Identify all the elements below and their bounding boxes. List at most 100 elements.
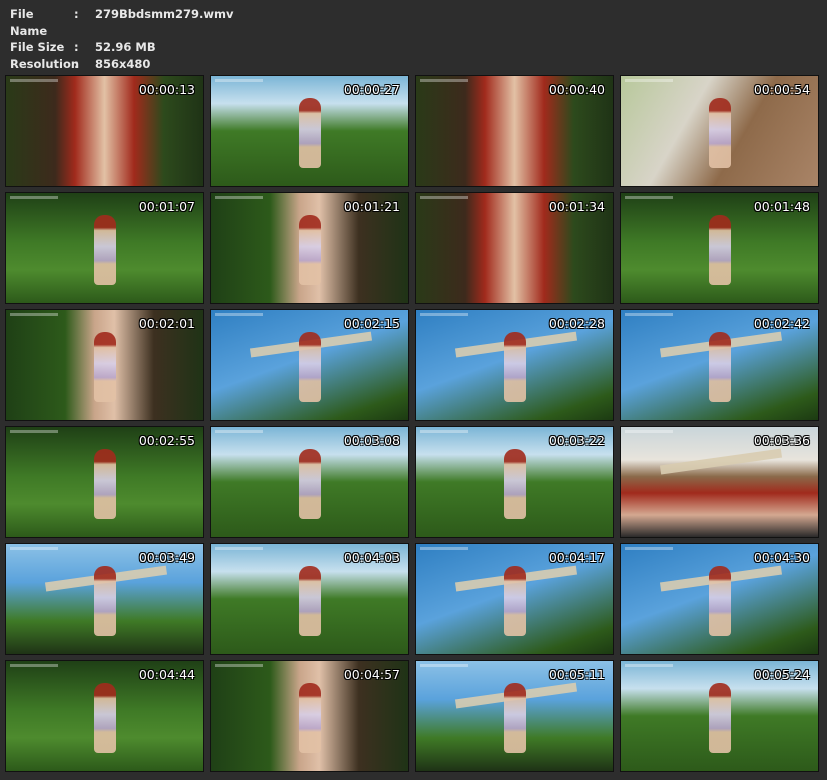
file-size-label: File Size (10, 40, 65, 54)
video-thumbnail: 00:03:08 (210, 426, 409, 538)
watermark (215, 664, 263, 667)
figure-shape (503, 683, 526, 753)
video-thumbnail: 00:00:40 (415, 75, 614, 187)
thumbnail-timestamp: 00:04:44 (138, 667, 195, 682)
watermark (215, 79, 263, 82)
separator: : (74, 56, 79, 71)
figure-shape (503, 332, 526, 402)
thumbnail-timestamp: 00:03:22 (548, 433, 605, 448)
thumbnail-timestamp: 00:01:07 (138, 199, 195, 214)
thumbnail-timestamp: 00:00:27 (343, 82, 400, 97)
watermark (10, 313, 58, 316)
file-name-row: File Name : 279Bbdsmm279.wmv (10, 6, 234, 39)
thumbnail-timestamp: 00:02:15 (343, 316, 400, 331)
thumbnail-timestamp: 00:04:03 (343, 550, 400, 565)
resolution-value: 856x480 (95, 56, 151, 71)
thumbnail-timestamp: 00:00:54 (753, 82, 810, 97)
figure-shape (708, 566, 731, 636)
thumbnail-timestamp: 00:03:36 (753, 433, 810, 448)
figure-shape (503, 449, 526, 519)
video-thumbnail: 00:00:27 (210, 75, 409, 187)
figure-shape (93, 566, 116, 636)
file-name-label: File Name (10, 7, 48, 38)
video-thumbnail: 00:03:36 (620, 426, 819, 538)
video-thumbnail: 00:02:15 (210, 309, 409, 421)
thumbnail-timestamp: 00:04:30 (753, 550, 810, 565)
figure-shape (298, 332, 321, 402)
watermark (10, 430, 58, 433)
video-thumbnail: 00:04:57 (210, 660, 409, 772)
video-thumbnail: 00:02:42 (620, 309, 819, 421)
video-thumbnail: 00:04:30 (620, 543, 819, 655)
watermark (420, 547, 468, 550)
watermark (625, 313, 673, 316)
video-thumbnail: 00:03:22 (415, 426, 614, 538)
watermark (10, 196, 58, 199)
watermark (420, 313, 468, 316)
figure-shape (503, 566, 526, 636)
video-thumbnail: 00:02:28 (415, 309, 614, 421)
figure-shape (298, 449, 321, 519)
video-thumbnail: 00:00:13 (5, 75, 204, 187)
thumbnail-timestamp: 00:02:01 (138, 316, 195, 331)
watermark (215, 547, 263, 550)
figure-shape (93, 449, 116, 519)
watermark (625, 547, 673, 550)
thumbnail-timestamp: 00:05:11 (548, 667, 605, 682)
separator: : (74, 40, 79, 54)
separator: : (74, 7, 79, 21)
thumbnail-timestamp: 00:01:34 (548, 199, 605, 214)
video-thumbnail: 00:04:17 (415, 543, 614, 655)
figure-shape (298, 215, 321, 285)
figure-shape (708, 332, 731, 402)
watermark (420, 79, 468, 82)
file-name-value: 279Bbdsmm279.wmv (95, 7, 234, 21)
figure-shape (93, 683, 116, 753)
file-size-row: File Size : 52.96 MB (10, 39, 234, 56)
video-thumbnail: 00:01:48 (620, 192, 819, 304)
video-thumbnail: 00:02:55 (5, 426, 204, 538)
thumbnail-timestamp: 00:03:08 (343, 433, 400, 448)
figure-shape (708, 98, 731, 168)
video-thumbnail: 00:04:44 (5, 660, 204, 772)
figure-shape (93, 215, 116, 285)
thumbnail-timestamp: 00:01:48 (753, 199, 810, 214)
watermark (10, 79, 58, 82)
figure-shape (708, 683, 731, 753)
watermark (625, 79, 673, 82)
video-thumbnail: 00:05:24 (620, 660, 819, 772)
figure-shape (298, 683, 321, 753)
video-thumbnail: 00:02:01 (5, 309, 204, 421)
thumbnail-timestamp: 00:00:40 (548, 82, 605, 97)
video-thumbnail: 00:03:49 (5, 543, 204, 655)
watermark (420, 430, 468, 433)
watermark (420, 196, 468, 199)
video-thumbnail: 00:01:34 (415, 192, 614, 304)
video-thumbnail: 00:01:21 (210, 192, 409, 304)
figure-shape (298, 566, 321, 636)
watermark (215, 430, 263, 433)
thumbnail-timestamp: 00:02:28 (548, 316, 605, 331)
figure-shape (708, 215, 731, 285)
figure-shape (298, 98, 321, 168)
thumbnail-timestamp: 00:03:49 (138, 550, 195, 565)
thumbnail-timestamp: 00:02:55 (138, 433, 195, 448)
video-thumbnail: 00:04:03 (210, 543, 409, 655)
watermark (420, 664, 468, 667)
watermark (215, 196, 263, 199)
thumbnail-timestamp: 00:00:13 (138, 82, 195, 97)
video-thumbnail: 00:05:11 (415, 660, 614, 772)
watermark (625, 196, 673, 199)
resolution-label: Resolution (10, 56, 80, 71)
watermark (10, 664, 58, 667)
watermark (625, 664, 673, 667)
resolution-row: Resolution : 856x480 (10, 56, 234, 73)
thumbnail-timestamp: 00:01:21 (343, 199, 400, 214)
watermark (625, 430, 673, 433)
thumbnail-timestamp: 00:04:57 (343, 667, 400, 682)
figure-shape (93, 332, 116, 402)
video-thumbnail: 00:00:54 (620, 75, 819, 187)
watermark (215, 313, 263, 316)
file-size-value: 52.96 MB (95, 40, 156, 54)
thumbnail-timestamp: 00:02:42 (753, 316, 810, 331)
